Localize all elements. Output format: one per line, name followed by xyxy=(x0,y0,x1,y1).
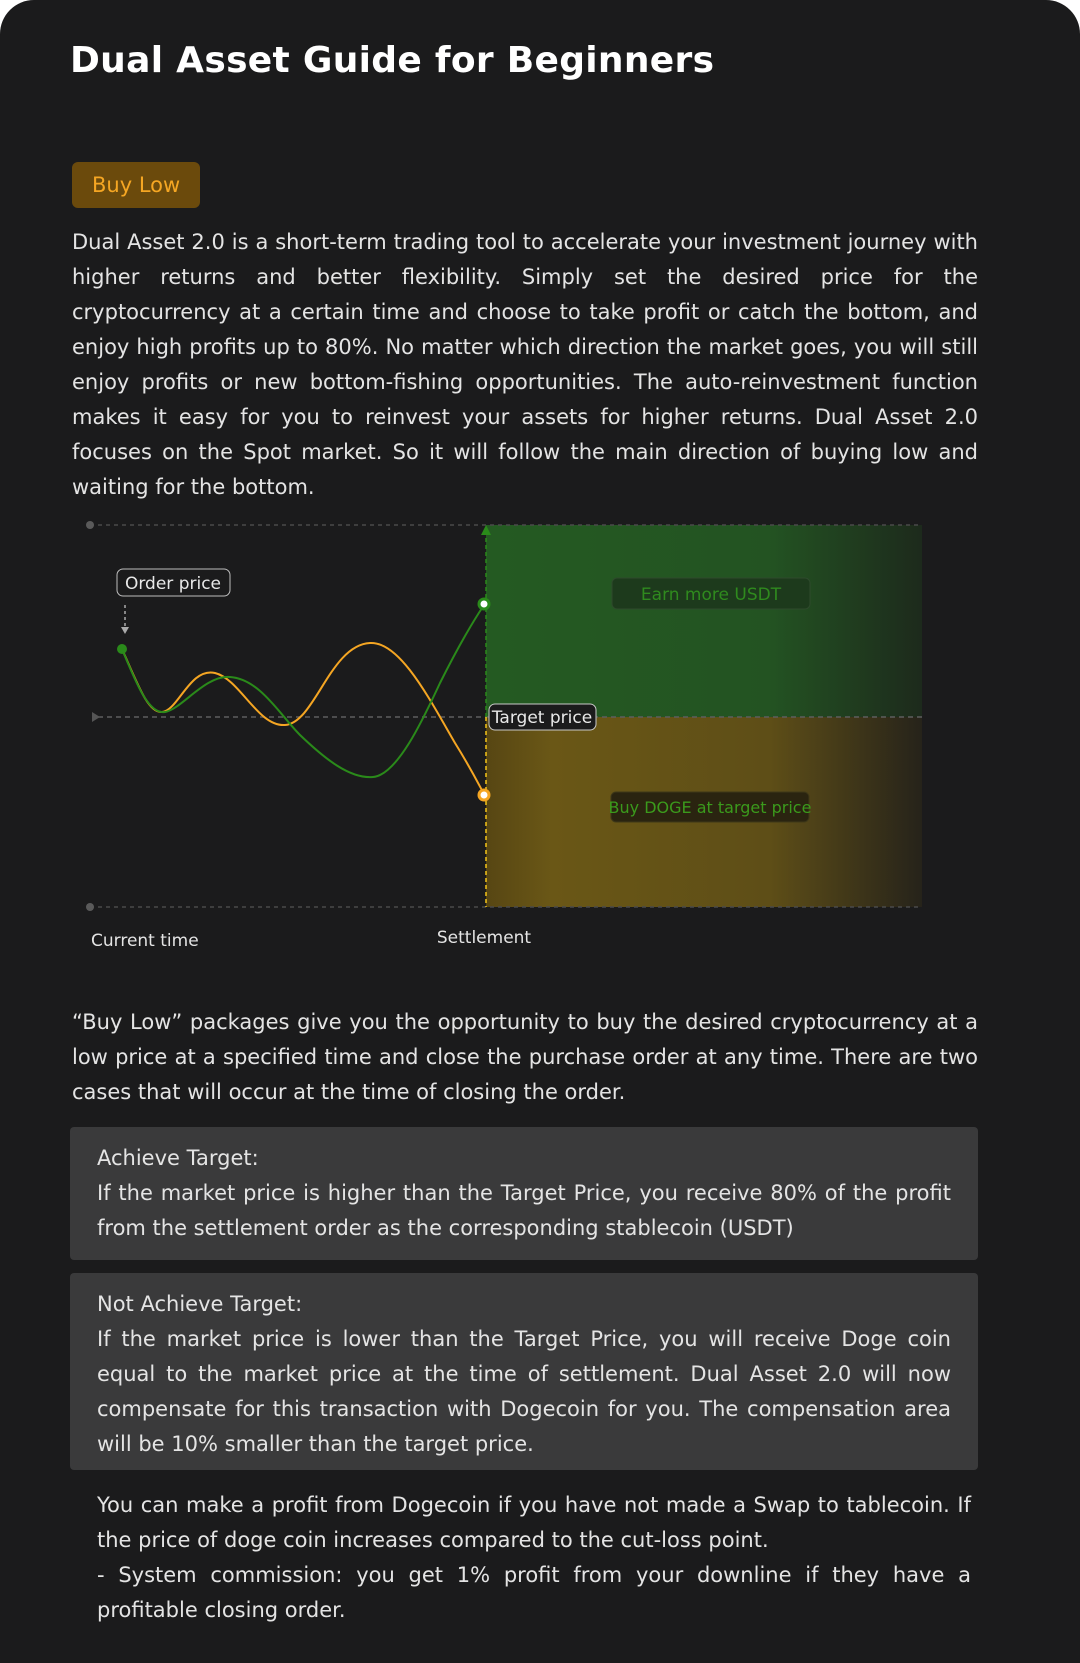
buy-label: Buy DOGE at target price xyxy=(609,798,812,817)
start-point xyxy=(117,644,127,654)
buy-low-description: “Buy Low” packages give you the opportun… xyxy=(72,1010,978,1104)
footer-notes: You can make a profit from Dogecoin if y… xyxy=(97,1488,971,1628)
target-arrow-icon xyxy=(92,712,100,722)
settlement-label: Settlement xyxy=(437,928,532,948)
target-price-label: Target price xyxy=(491,708,592,728)
top-guide-dot xyxy=(86,521,94,529)
order-price-arrow-icon xyxy=(121,627,129,634)
green-end-point xyxy=(477,597,491,611)
earn-zone xyxy=(486,525,922,717)
order-price-label: Order price xyxy=(125,574,221,594)
footer-line-commission: - System commission: you get 1% profit f… xyxy=(97,1563,971,1622)
achieve-target-title: Achieve Target: xyxy=(97,1146,259,1170)
buy-low-tag: Buy Low xyxy=(72,162,201,208)
footer-line-profit: You can make a profit from Dogecoin if y… xyxy=(97,1493,971,1552)
orange-price-curve xyxy=(121,641,485,795)
page-title: Dual Asset Guide for Beginners xyxy=(70,40,715,81)
not-achieve-target-box: Not Achieve Target: If the market price … xyxy=(70,1273,978,1470)
buy-low-diagram: Order price Target price Earn more USDT … xyxy=(86,521,922,951)
green-price-curve xyxy=(121,604,485,779)
achieve-target-text: If the market price is higher than the T… xyxy=(97,1181,951,1240)
not-achieve-target-title: Not Achieve Target: xyxy=(97,1292,303,1316)
intro-paragraph: Dual Asset 2.0 is a short-term trading t… xyxy=(72,230,978,499)
not-achieve-target-text: If the market price is lower than the Ta… xyxy=(97,1327,951,1456)
guide-card: Dual Asset Guide for Beginners Buy Low D… xyxy=(0,0,1080,1663)
earn-label: Earn more USDT xyxy=(641,585,782,605)
current-time-label: Current time xyxy=(91,931,199,951)
orange-end-point xyxy=(477,788,491,802)
achieve-target-box: Achieve Target: If the market price is h… xyxy=(70,1127,978,1260)
bottom-axis-dot xyxy=(86,903,94,911)
